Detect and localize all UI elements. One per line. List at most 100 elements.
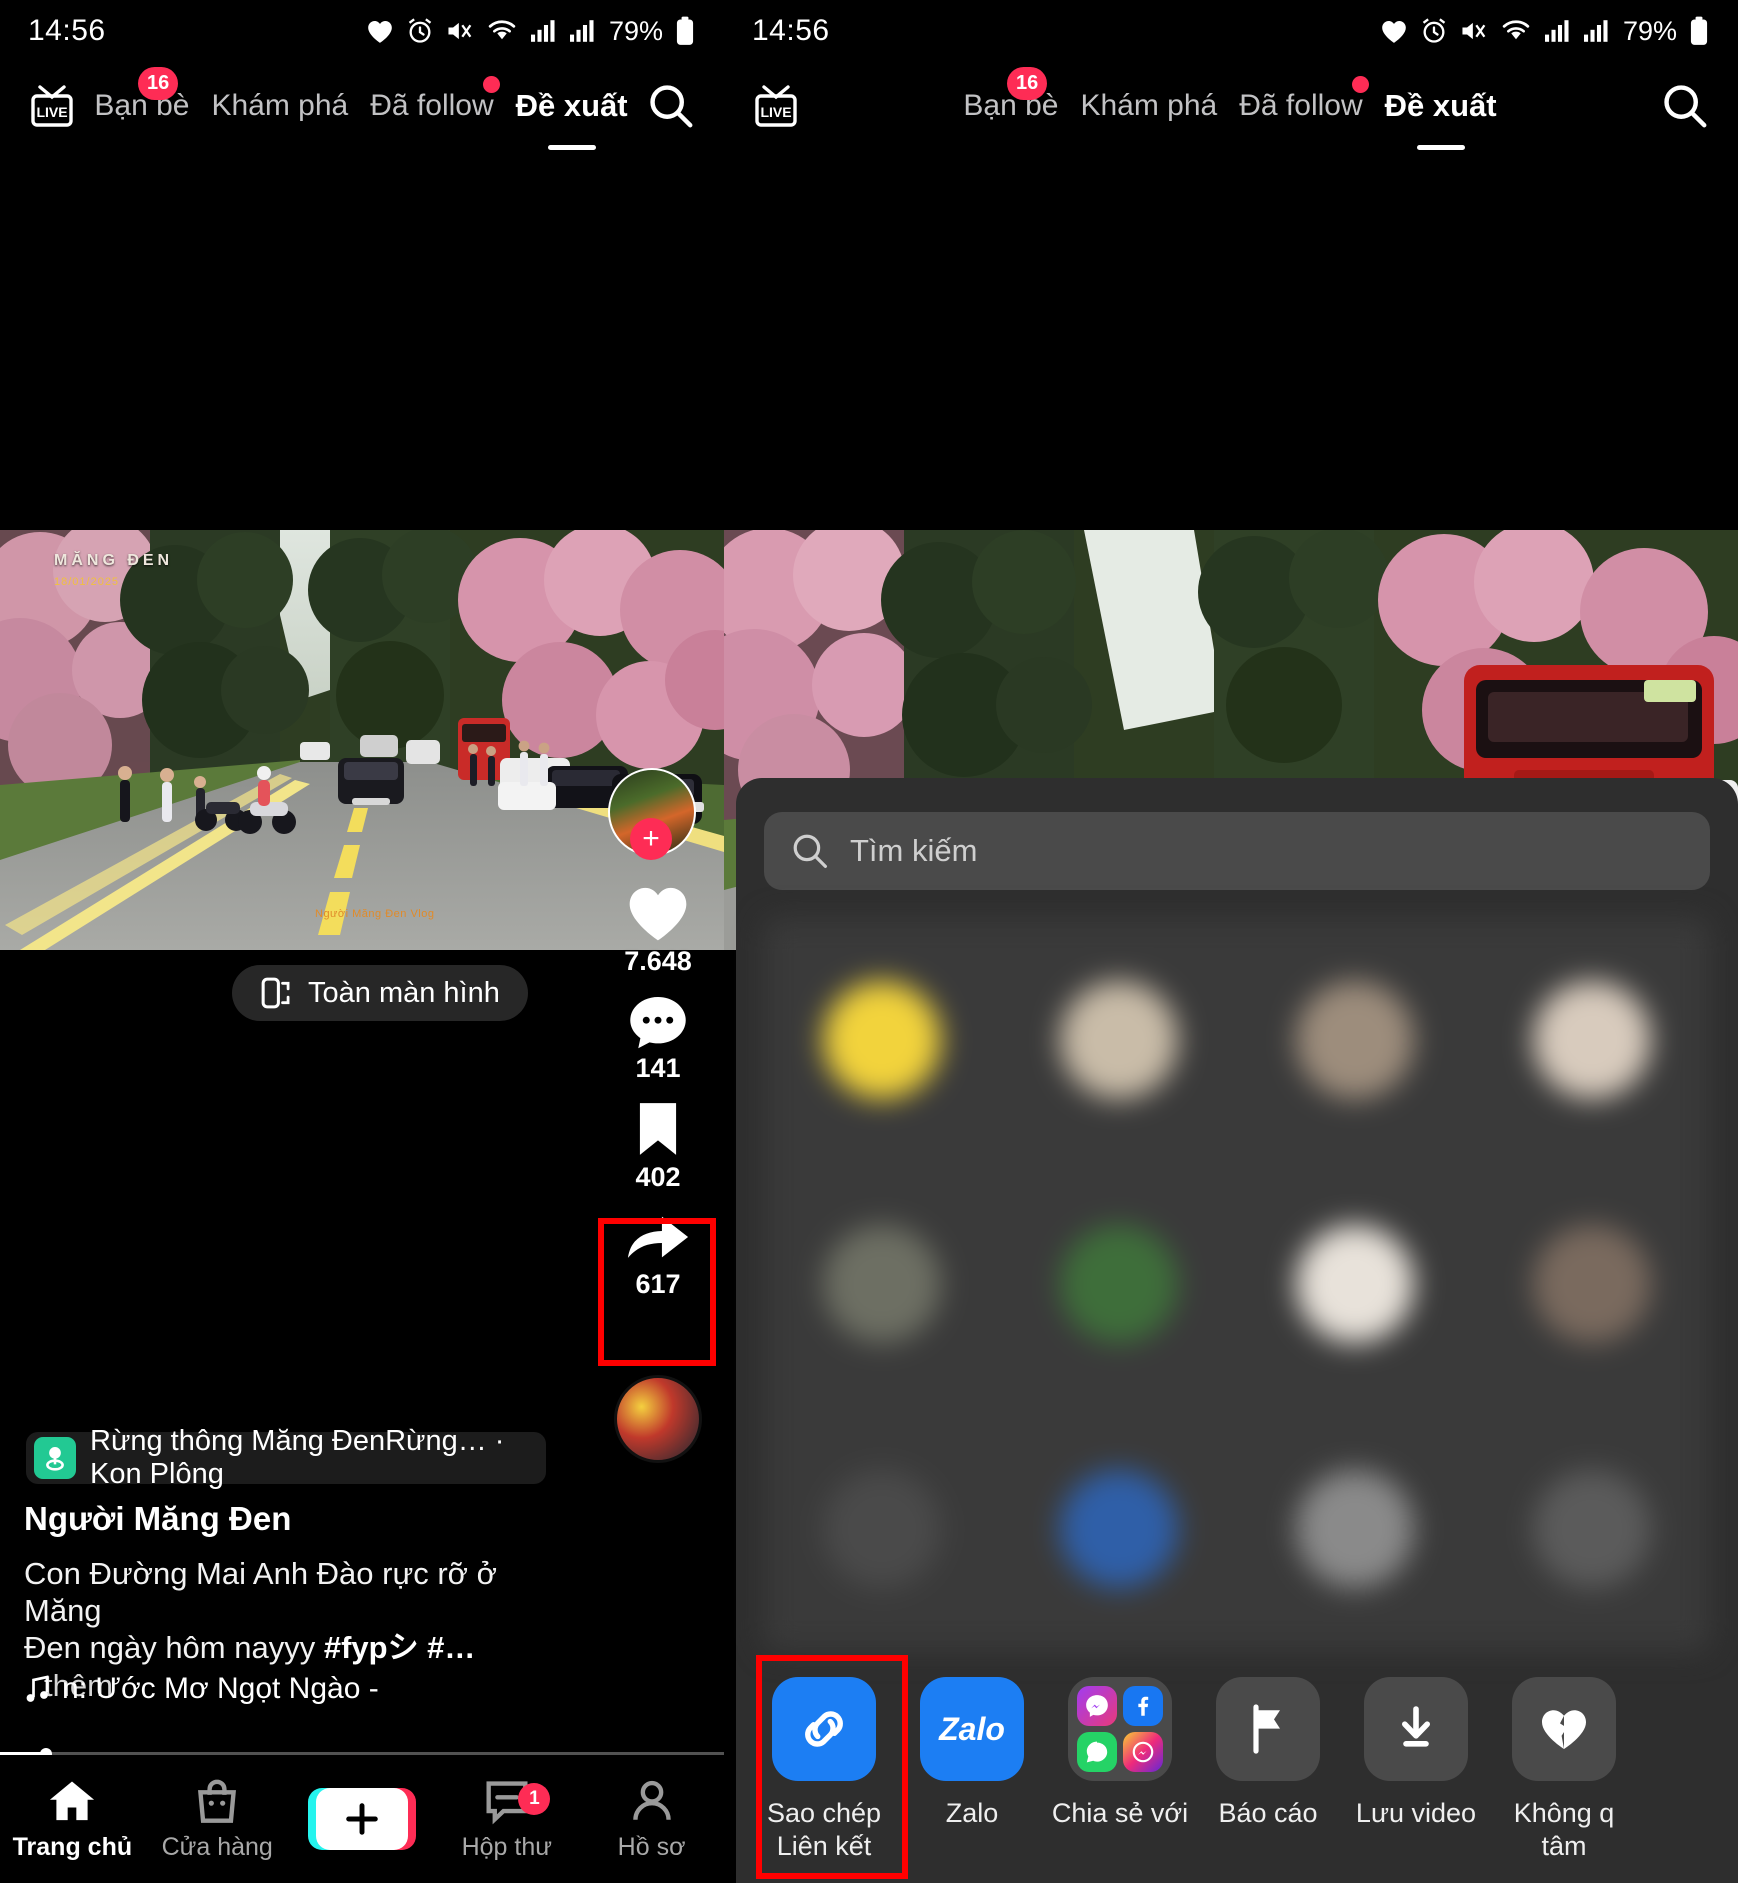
link-icon (772, 1677, 876, 1781)
alarm-icon (1422, 18, 1446, 43)
plus-icon[interactable] (307, 1788, 416, 1850)
create-button-wrap[interactable] (307, 1788, 416, 1850)
tab-da-follow[interactable]: Đã follow (1239, 76, 1369, 123)
search-icon (1664, 85, 1707, 128)
download-icon (1364, 1677, 1468, 1781)
zalo-wordmark: Zalo (939, 1710, 1005, 1747)
like-button[interactable]: 7.648 (610, 880, 706, 977)
share-action-copy-link[interactable]: Sao chép Liên kết (750, 1677, 898, 1863)
status-bar: 14:56 79% (0, 0, 724, 62)
share-sheet: Tìm kiếm Sao chép Liên kết Zalo Zalo Chi… (736, 778, 1738, 1883)
tab-label: Đề xuất (515, 88, 628, 123)
search-icon (650, 85, 693, 128)
heart-icon (368, 20, 392, 43)
tab-label: Hồ sơ (617, 1832, 686, 1861)
battery-percent: 79% (1622, 15, 1677, 46)
share-action-report[interactable]: Báo cáo (1194, 1677, 1342, 1830)
fullscreen-button[interactable]: Toàn màn hình (232, 965, 528, 1021)
mute-icon (448, 22, 472, 40)
share-action-label: Chia sẻ với (1051, 1798, 1189, 1828)
home-icon (50, 1781, 95, 1820)
comment-button[interactable]: 141 (610, 991, 706, 1084)
battery-percent: 79% (608, 15, 663, 46)
status-bar: 14:56 79% (724, 0, 1738, 62)
video-watermark-date: 18/01/2025 (54, 576, 120, 588)
tab-label: Đề xuất (1384, 88, 1497, 123)
share-count: 617 (635, 1269, 681, 1299)
location-chip[interactable]: Rừng thông Măng ĐenRừng… · Kon Plông (26, 1425, 546, 1490)
share-action-share-with[interactable]: Chia sẻ với (1046, 1677, 1194, 1830)
tab-de-xuat[interactable]: Đề xuất (515, 88, 628, 150)
status-icon-group: 79% (1379, 16, 1710, 47)
wifi-icon (1502, 20, 1530, 40)
location-pin-icon (34, 1437, 76, 1479)
feed-tabs: Bạn bè 16 Khám phá Đã follow Đề xuất (78, 67, 644, 150)
tab-de-xuat[interactable]: Đề xuất (1384, 88, 1497, 150)
tab-kham-pha[interactable]: Khám phá (211, 89, 348, 123)
tab-label: Đã follow (1239, 89, 1363, 122)
tab-active-underline (1416, 145, 1465, 150)
heart-icon (1382, 20, 1406, 43)
shop-bag-icon (198, 1779, 237, 1823)
top-navigation: LIVE Bạn bè 16 Khám phá Đã follow Đề xuấ… (0, 62, 724, 150)
signal-icon (530, 20, 555, 42)
share-action-zalo[interactable]: Zalo Zalo (898, 1677, 1046, 1830)
battery-icon (676, 16, 694, 45)
tab-cua-hang[interactable]: Cửa hàng (145, 1777, 290, 1862)
tab-hop-thu[interactable]: 1 Hộp thư (434, 1777, 579, 1862)
music-disc[interactable] (614, 1375, 702, 1463)
signal-icon (1544, 20, 1569, 42)
live-tv-icon: LIVE (755, 85, 797, 127)
tab-active-underline (547, 145, 596, 150)
author-name[interactable]: Người Măng Đen (24, 1500, 291, 1538)
broken-heart-icon (1512, 1677, 1616, 1781)
search-button[interactable] (1658, 79, 1712, 133)
feed-tabs: Bạn bè 16 Khám phá Đã follow Đề xuất (802, 67, 1658, 150)
tab-kham-pha[interactable]: Khám phá (1080, 89, 1217, 123)
heart-icon (629, 887, 687, 941)
music-row[interactable]: n: Ước Mơ Ngọt Ngào - (24, 1672, 379, 1706)
tab-label: Trang chủ (12, 1832, 133, 1861)
share-action-not-interested[interactable]: Không q tâm (1490, 1677, 1638, 1863)
live-button[interactable]: LIVE (26, 81, 78, 131)
live-tv-icon: LIVE (31, 85, 73, 127)
live-button[interactable]: LIVE (750, 81, 802, 131)
inbox-badge: 1 (518, 1782, 551, 1815)
share-arrow-icon (627, 1216, 689, 1258)
share-action-save-video[interactable]: Lưu video (1342, 1677, 1490, 1830)
bookmark-icon (639, 1103, 677, 1155)
contacts-grid[interactable] (764, 918, 1710, 1651)
tab-ban-be[interactable]: Bạn bè 16 (963, 67, 1058, 123)
tab-create[interactable] (290, 1788, 435, 1850)
share-search-placeholder: Tìm kiếm (850, 833, 978, 868)
tab-badge: 16 (138, 67, 179, 100)
caption-line-2: Đen ngày hôm nayyy (24, 1630, 324, 1666)
search-button[interactable] (644, 79, 698, 133)
status-time: 14:56 (752, 14, 830, 47)
tab-ban-be[interactable]: Bạn bè 16 (94, 67, 189, 123)
tab-label: Khám phá (1080, 89, 1218, 122)
tab-label: Khám phá (211, 89, 349, 122)
tab-dot-indicator (482, 76, 500, 93)
share-button[interactable]: 617 (610, 1207, 706, 1300)
video-watermark: MĂNG ĐEN (54, 552, 174, 569)
tab-da-follow[interactable]: Đã follow (370, 76, 500, 123)
tab-badge: 16 (1007, 67, 1048, 100)
share-action-label: Sao chép Liên kết (767, 1797, 881, 1863)
bookmark-count: 402 (635, 1162, 681, 1192)
share-search-field[interactable]: Tìm kiếm (764, 812, 1710, 890)
tab-ho-so[interactable]: Hồ sơ (579, 1777, 724, 1862)
fullscreen-label: Toàn màn hình (308, 976, 500, 1009)
bookmark-button[interactable]: 402 (610, 1098, 706, 1193)
caption-hashtags[interactable]: #fypシ #… (324, 1630, 476, 1665)
status-time: 14:56 (28, 14, 106, 47)
share-label-line2: Liên kết (776, 1830, 872, 1861)
share-action-label: Lưu video (1355, 1798, 1477, 1828)
wifi-icon (488, 20, 516, 40)
bottom-tab-bar: Trang chủ Cửa hàng 1 Hộp thư Hồ sơ (0, 1755, 724, 1883)
tab-trang-chu[interactable]: Trang chủ (0, 1777, 145, 1862)
status-icon-group: 79% (365, 16, 696, 47)
follow-plus-button[interactable]: + (630, 818, 672, 860)
action-rail: 7.648 141 402 617 (610, 880, 706, 1314)
alarm-icon (408, 18, 432, 43)
